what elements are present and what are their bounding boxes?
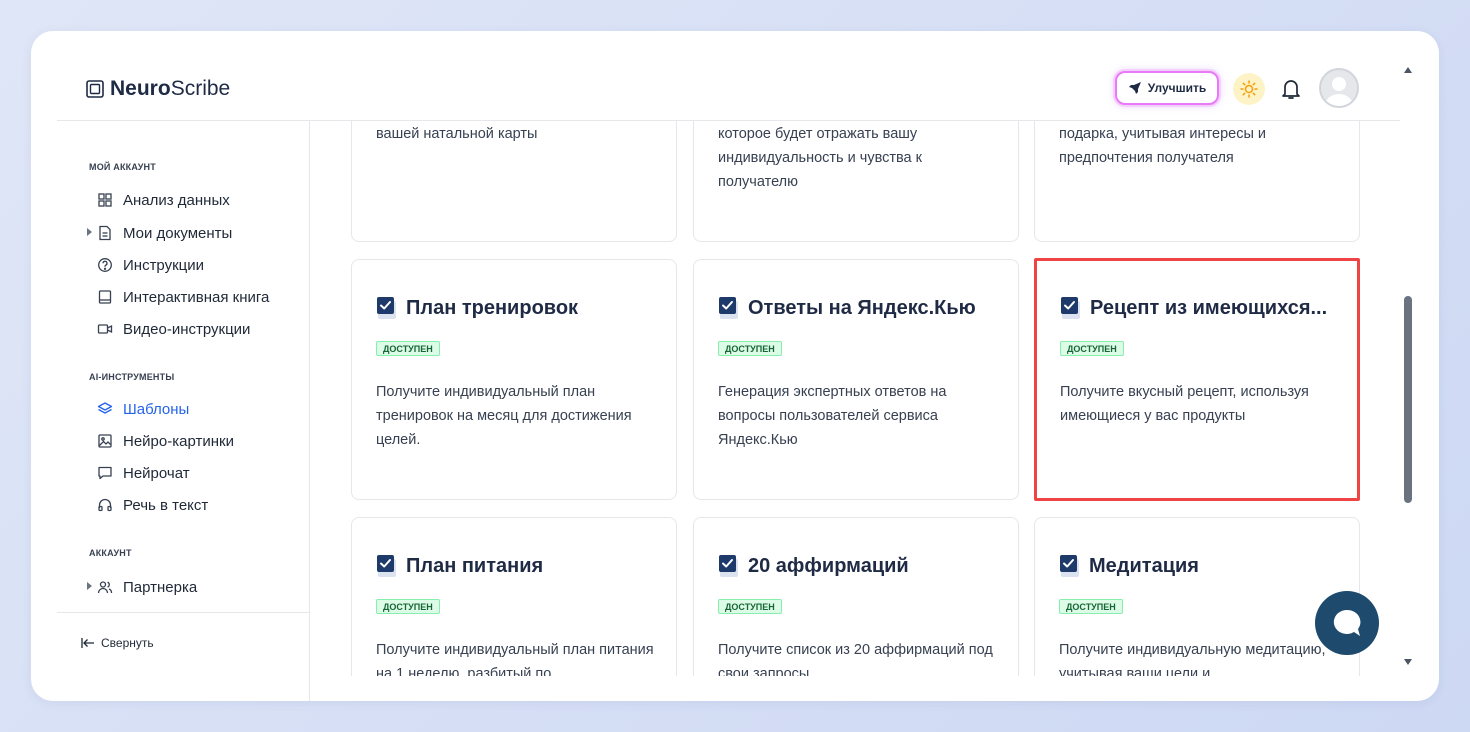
card-title: План питания bbox=[376, 554, 666, 578]
sidebar-item-interactive-book[interactable]: Интерактивная книга bbox=[97, 286, 269, 308]
app-window: NeuroScribe Улучшить МОЙ АККАУНТ Анализ … bbox=[31, 31, 1439, 701]
sidebar-item-label: Нейро-картинки bbox=[123, 432, 234, 450]
document-icon bbox=[99, 225, 111, 241]
sidebar-item-data-analysis[interactable]: Анализ данных bbox=[97, 189, 230, 211]
card-title: Ответы на Яндекс.Кью bbox=[718, 296, 1008, 320]
sidebar-item-label: Видео-инструкции bbox=[123, 320, 251, 338]
book-icon bbox=[98, 290, 112, 304]
sidebar-item-neuro-images[interactable]: Нейро-картинки bbox=[97, 430, 234, 452]
template-card-workout-plan[interactable]: План тренировок ДОСТУПЕН Получите индиви… bbox=[351, 259, 677, 500]
card-description: Получите вкусный рецепт, используя имеющ… bbox=[1060, 384, 1309, 424]
logo[interactable]: NeuroScribe bbox=[86, 77, 230, 101]
checkbox-icon bbox=[1061, 297, 1080, 319]
scroll-up-arrow-icon[interactable] bbox=[1404, 67, 1412, 73]
card-description: Получите индивидуальный план питания на … bbox=[376, 642, 654, 676]
chat-bubble-icon bbox=[98, 466, 112, 480]
grid-icon bbox=[98, 193, 112, 207]
chat-icon bbox=[1333, 609, 1361, 636]
template-card-affirmations[interactable]: 20 аффирмаций ДОСТУПЕН Получите список и… bbox=[693, 517, 1019, 676]
sidebar-item-label: Интерактивная книга bbox=[123, 288, 270, 306]
expand-caret-icon[interactable] bbox=[87, 228, 92, 236]
user-avatar-icon bbox=[1325, 77, 1353, 106]
expand-caret-icon[interactable] bbox=[87, 582, 92, 590]
collapse-arrow-icon bbox=[81, 638, 94, 648]
theme-toggle-button[interactable] bbox=[1233, 73, 1265, 105]
logo-text-bold: Neuro bbox=[110, 77, 171, 100]
template-card[interactable]: которое будет отражать вашу индивидуальн… bbox=[693, 121, 1019, 242]
sidebar-item-label: Мои документы bbox=[123, 224, 233, 242]
sidebar-item-label: Шаблоны bbox=[123, 400, 190, 418]
collapse-label: Свернуть bbox=[101, 636, 154, 650]
template-card-yandex-q[interactable]: Ответы на Яндекс.Кью ДОСТУПЕН Генерация … bbox=[693, 259, 1019, 500]
card-description: вашей натальной карты bbox=[376, 126, 538, 142]
logo-text-regular: Scribe bbox=[170, 77, 231, 100]
sidebar-item-instructions[interactable]: Инструкции bbox=[97, 254, 204, 276]
status-badge: ДОСТУПЕН bbox=[1060, 341, 1124, 356]
sun-icon bbox=[1240, 80, 1258, 98]
template-card-recipe[interactable]: Рецепт из имеющихся... ДОСТУПЕН Получите… bbox=[1034, 258, 1360, 501]
sidebar-item-label: Партнерка bbox=[123, 578, 198, 596]
sidebar-item-partner[interactable]: Партнерка bbox=[87, 576, 198, 598]
checkbox-icon bbox=[719, 555, 738, 577]
scrollbar[interactable] bbox=[1402, 61, 1416, 676]
status-badge: ДОСТУПЕН bbox=[376, 599, 440, 614]
image-icon bbox=[98, 434, 112, 448]
logo-icon bbox=[86, 80, 104, 98]
collapse-sidebar-button[interactable]: Свернуть bbox=[81, 636, 154, 650]
upgrade-label: Улучшить bbox=[1147, 81, 1207, 95]
help-circle-icon bbox=[98, 258, 112, 272]
status-badge: ДОСТУПЕН bbox=[376, 341, 440, 356]
card-title: Медитация bbox=[1059, 554, 1349, 578]
bell-icon[interactable] bbox=[1279, 77, 1303, 101]
scroll-down-arrow-icon[interactable] bbox=[1404, 659, 1412, 665]
avatar[interactable] bbox=[1319, 68, 1359, 108]
checkbox-icon bbox=[719, 297, 738, 319]
sidebar-item-label: Нейрочат bbox=[123, 464, 190, 482]
sidebar-item-label: Речь в текст bbox=[123, 496, 209, 514]
sidebar-section-ai-tools: AI-ИНСТРУМЕНТЫ bbox=[89, 372, 175, 382]
checkbox-icon bbox=[377, 555, 396, 577]
rocket-icon bbox=[1128, 82, 1141, 94]
sidebar-item-video-instructions[interactable]: Видео-инструкции bbox=[97, 318, 250, 340]
card-description: которое будет отражать вашу индивидуальн… bbox=[718, 126, 922, 190]
card-description: Получите индивидуальную медитацию, учиты… bbox=[1059, 642, 1326, 676]
card-description: подарка, учитывая интересы и предпочтени… bbox=[1059, 126, 1267, 166]
status-badge: ДОСТУПЕН bbox=[718, 599, 782, 614]
card-title: 20 аффирмаций bbox=[718, 554, 1008, 578]
card-description: Получите индивидуальный план тренировок … bbox=[376, 384, 632, 448]
sidebar-item-label: Анализ данных bbox=[123, 191, 230, 209]
sidebar-item-my-documents[interactable]: Мои документы bbox=[87, 222, 233, 244]
video-icon bbox=[97, 324, 113, 334]
top-bar: NeuroScribe Улучшить bbox=[57, 31, 1400, 121]
upgrade-button[interactable]: Улучшить bbox=[1115, 71, 1219, 105]
sidebar-item-speech-to-text[interactable]: Речь в текст bbox=[97, 494, 208, 516]
sidebar-item-label: Инструкции bbox=[123, 256, 205, 274]
card-description: Получите список из 20 аффирмаций под сво… bbox=[718, 642, 993, 676]
headphones-icon bbox=[98, 498, 112, 512]
status-badge: ДОСТУПЕН bbox=[1059, 599, 1123, 614]
sidebar-section-account: АККАУНТ bbox=[89, 548, 132, 558]
template-card-meal-plan[interactable]: План питания ДОСТУПЕН Получите индивидуа… bbox=[351, 517, 677, 676]
sidebar-item-templates[interactable]: Шаблоны bbox=[97, 398, 189, 420]
sidebar: МОЙ АККАУНТ Анализ данных Мои документы … bbox=[57, 121, 310, 701]
template-card[interactable]: вашей натальной карты bbox=[351, 121, 677, 242]
layers-icon bbox=[97, 402, 113, 414]
template-card[interactable]: подарка, учитывая интересы и предпочтени… bbox=[1034, 121, 1360, 242]
card-title: План тренировок bbox=[376, 296, 666, 320]
card-description: Генерация экспертных ответов на вопросы … bbox=[718, 384, 947, 448]
sidebar-divider bbox=[57, 612, 310, 613]
scrollbar-thumb[interactable] bbox=[1404, 296, 1412, 503]
card-title: Рецепт из имеющихся... bbox=[1060, 296, 1350, 320]
sidebar-item-neurochat[interactable]: Нейрочат bbox=[97, 462, 190, 484]
template-card-meditation[interactable]: Медитация ДОСТУПЕН Получите индивидуальн… bbox=[1034, 517, 1360, 676]
templates-grid: вашей натальной карты которое будет отра… bbox=[311, 121, 1400, 676]
checkbox-icon bbox=[1060, 555, 1079, 577]
users-icon bbox=[97, 581, 113, 594]
checkbox-icon bbox=[377, 297, 396, 319]
sidebar-section-my-account: МОЙ АККАУНТ bbox=[89, 162, 156, 172]
support-chat-button[interactable] bbox=[1315, 591, 1379, 655]
status-badge: ДОСТУПЕН bbox=[718, 341, 782, 356]
